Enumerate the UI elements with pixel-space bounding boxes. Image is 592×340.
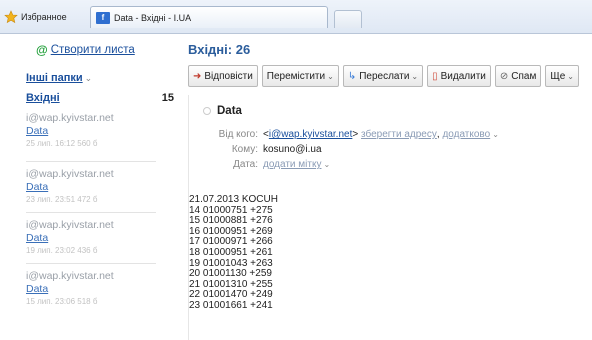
from-email-link[interactable]: i@wap.kyivstar.net bbox=[269, 129, 353, 140]
to-value: kosuno@i.ua bbox=[263, 144, 322, 155]
favorites-label: Избранное bbox=[21, 12, 67, 22]
date-label: Дата: bbox=[233, 159, 258, 170]
list-item[interactable]: i@wap.kyivstar.net Data 25 лип. 16:12 56… bbox=[26, 110, 156, 161]
new-tab-button[interactable] bbox=[334, 10, 362, 28]
message-subject-link[interactable]: Data bbox=[26, 283, 156, 295]
compose-label[interactable]: Створити листа bbox=[51, 44, 135, 56]
message-sender: i@wap.kyivstar.net bbox=[26, 112, 114, 124]
inbox-unread-count: 15 bbox=[161, 92, 174, 104]
spam-button[interactable]: ⊘ Спам bbox=[494, 65, 542, 87]
move-button[interactable]: Перемістити ⌄ bbox=[261, 65, 339, 87]
spam-label: Спам bbox=[511, 70, 537, 82]
folder-nav: Інші папки ⌄ Вхідні 15 bbox=[26, 72, 176, 104]
chevron-down-icon: ⌄ bbox=[327, 71, 334, 81]
add-tag-link[interactable]: додати мітку bbox=[263, 159, 321, 170]
more-button[interactable]: Ще ⌄ bbox=[545, 65, 579, 87]
other-folders-link[interactable]: Інші папки bbox=[26, 72, 83, 84]
delete-label: Видалити bbox=[440, 70, 486, 82]
trash-icon: ▯ bbox=[432, 70, 438, 82]
sidebar-item-inbox[interactable]: Вхідні 15 bbox=[26, 92, 176, 104]
body-line: 18 01000951 +261 bbox=[189, 246, 273, 258]
forward-icon: ↳ bbox=[347, 70, 357, 82]
at-icon: @ bbox=[36, 43, 48, 57]
message-subject-link[interactable]: Data bbox=[26, 232, 156, 244]
reply-button[interactable]: ➜ Відповісти bbox=[188, 65, 258, 87]
tab-title: Data - Вхідні - I.UA bbox=[114, 12, 192, 23]
reply-label: Відповісти bbox=[204, 70, 253, 82]
chevron-down-icon[interactable]: ⌄ bbox=[85, 73, 93, 83]
delete-button[interactable]: ▯ Видалити bbox=[427, 65, 491, 87]
message-subject-link[interactable]: Data bbox=[26, 125, 156, 137]
message-date: 25 лип. 16:12 560 б bbox=[26, 139, 98, 148]
spam-icon: ⊘ bbox=[499, 70, 509, 82]
compose-link[interactable]: @ Створити листа bbox=[36, 43, 135, 57]
save-address-link[interactable]: зберегти адресу bbox=[361, 129, 437, 140]
browser-favorites-bar: Избранное f Data - Вхідні - I.UA bbox=[0, 0, 592, 34]
move-label: Перемістити bbox=[266, 70, 326, 82]
message-date: 19 лип. 23:02 436 б bbox=[26, 246, 98, 255]
from-comma: , bbox=[436, 129, 440, 140]
unread-marker-icon[interactable] bbox=[203, 107, 211, 115]
from-row: Від кого: < i@wap.kyivstar.net > зберегти … bbox=[189, 127, 592, 142]
to-label: Кому: bbox=[231, 144, 258, 155]
list-item[interactable]: i@wap.kyivstar.net Data 19 лип. 23:02 43… bbox=[26, 212, 156, 263]
favorites-button[interactable]: Избранное bbox=[4, 8, 67, 26]
chevron-down-icon[interactable]: ⌄ bbox=[323, 160, 330, 169]
more-details-link[interactable]: додатково bbox=[442, 129, 490, 140]
message-list: i@wap.kyivstar.net Data 25 лип. 16:12 56… bbox=[26, 110, 156, 314]
page-title: Вхідні: 26 bbox=[188, 42, 251, 57]
body-line: 21.07.2013 KOCUH bbox=[189, 194, 278, 205]
more-label: Ще bbox=[550, 70, 566, 82]
browser-tab[interactable]: f Data - Вхідні - I.UA bbox=[90, 6, 328, 28]
chevron-down-icon[interactable]: ⌄ bbox=[492, 130, 499, 139]
message-body: 21.07.2013 KOCUH 14 01000751 +275 15 010… bbox=[189, 194, 278, 312]
message-view: Data Від кого: < i@wap.kyivstar.net > збер… bbox=[188, 95, 592, 340]
chevron-down-icon: ⌄ bbox=[411, 71, 419, 81]
message-subject: Data bbox=[217, 105, 242, 117]
body-line: 23 01001661 +241 bbox=[189, 299, 273, 311]
message-subject-link[interactable]: Data bbox=[26, 181, 156, 193]
from-label: Від кого: bbox=[218, 129, 258, 140]
inbox-link[interactable]: Вхідні bbox=[26, 92, 60, 104]
message-date: 15 лип. 23:06 518 б bbox=[26, 297, 98, 306]
chevron-down-icon: ⌄ bbox=[567, 71, 574, 81]
list-item[interactable]: i@wap.kyivstar.net Data 15 лип. 23:06 51… bbox=[26, 263, 156, 314]
message-sender: i@wap.kyivstar.net bbox=[26, 270, 114, 282]
message-toolbar: ➜ Відповісти Перемістити ⌄ ↳ Переслати ⌄… bbox=[188, 65, 592, 87]
forward-button[interactable]: ↳ Переслати ⌄ bbox=[342, 65, 424, 87]
message-subject-row: Data bbox=[203, 105, 242, 117]
to-row: Кому: kosuno@i.ua bbox=[189, 142, 592, 157]
list-item[interactable]: i@wap.kyivstar.net Data 23 лип. 23:51 47… bbox=[26, 161, 156, 212]
message-date: 23 лип. 23:51 472 б bbox=[26, 195, 98, 204]
forward-label: Переслати bbox=[359, 70, 410, 82]
date-row: Дата: додати мітку ⌄ bbox=[189, 157, 592, 172]
message-sender: i@wap.kyivstar.net bbox=[26, 168, 114, 180]
reply-icon: ➜ bbox=[193, 70, 202, 82]
from-gt: > bbox=[352, 129, 359, 140]
site-favicon-icon: f bbox=[96, 11, 110, 24]
message-sender: i@wap.kyivstar.net bbox=[26, 219, 114, 231]
star-icon bbox=[4, 10, 18, 24]
message-headers: Від кого: < i@wap.kyivstar.net > зберегти … bbox=[189, 127, 592, 172]
